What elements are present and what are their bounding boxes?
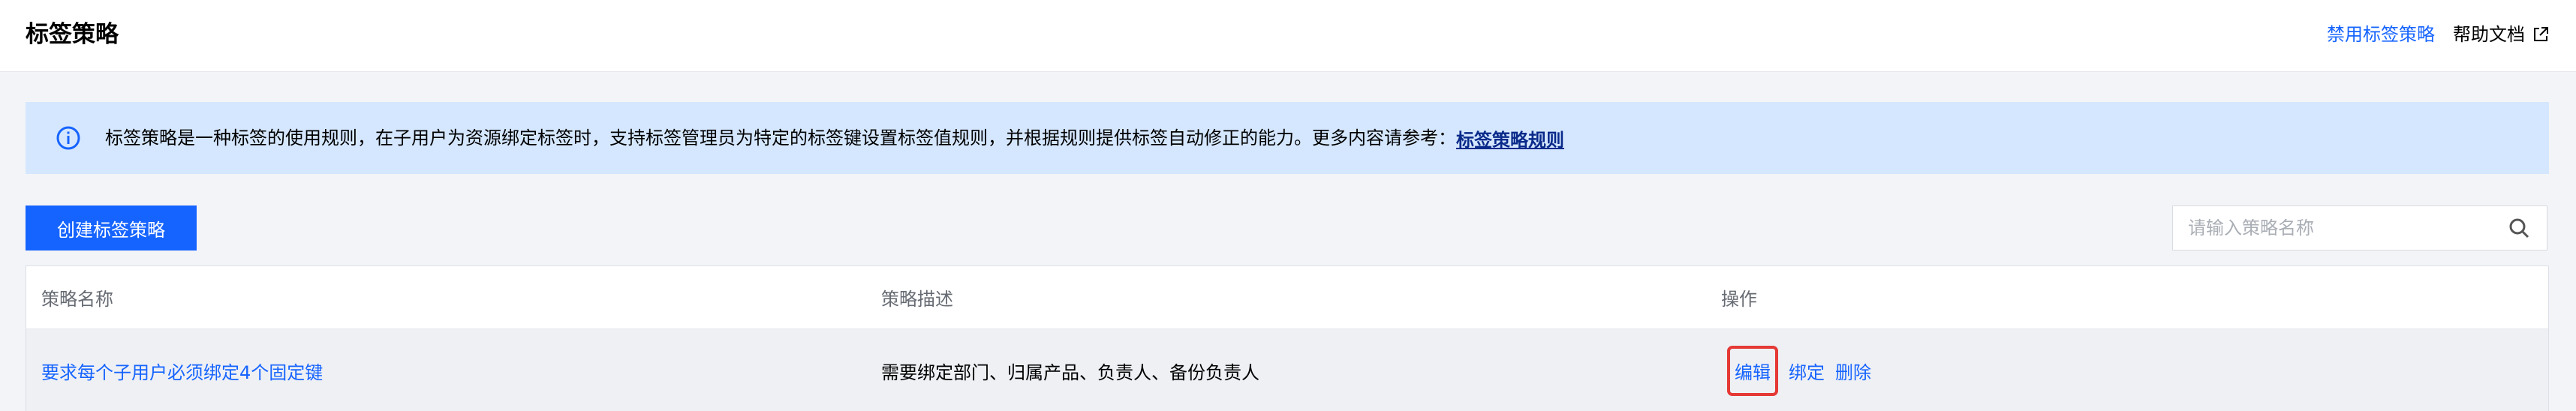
table-header: 策略名称 策略描述 操作 xyxy=(26,266,2548,329)
table-row: 要求每个子用户必须绑定4个固定键 需要绑定部门、归属产品、负责人、备份负责人 编… xyxy=(26,329,2548,411)
header-links: 禁用标签策略 帮助文档 xyxy=(2327,21,2549,48)
page-header: 标签策略 禁用标签策略 帮助文档 xyxy=(0,0,2576,72)
notice-text: 标签策略是一种标签的使用规则，在子用户为资源绑定标签时，支持标签管理员为特定的标… xyxy=(105,128,1456,148)
column-header-actions: 操作 xyxy=(1721,289,1757,310)
help-doc-link[interactable]: 帮助文档 xyxy=(2453,21,2549,48)
policy-description: 需要绑定部门、归属产品、负责人、备份负责人 xyxy=(881,362,1259,383)
delete-button[interactable]: 删除 xyxy=(1835,358,1871,384)
create-policy-button[interactable]: 创建标签策略 xyxy=(26,206,197,250)
edit-button[interactable]: 编辑 xyxy=(1727,345,1778,396)
policy-description-cell: 需要绑定部门、归属产品、负责人、备份负责人 xyxy=(881,329,1259,411)
info-notice: 标签策略是一种标签的使用规则，在子用户为资源绑定标签时，支持标签管理员为特定的标… xyxy=(26,102,2549,174)
page-title: 标签策略 xyxy=(26,21,119,48)
policy-name-cell: 要求每个子用户必须绑定4个固定键 xyxy=(41,329,323,411)
policy-table: 策略名称 策略描述 操作 要求每个子用户必须绑定4个固定键 需要绑定部门、归属产… xyxy=(26,266,2549,411)
column-header-description: 策略描述 xyxy=(881,289,953,310)
external-link-icon xyxy=(2534,27,2548,41)
help-doc-label: 帮助文档 xyxy=(2453,24,2525,45)
policy-rules-link[interactable]: 标签策略规则 xyxy=(1456,125,1564,152)
bind-button[interactable]: 绑定 xyxy=(1789,358,1825,384)
policy-name-link[interactable]: 要求每个子用户必须绑定4个固定键 xyxy=(41,358,323,384)
column-header-name: 策略名称 xyxy=(41,289,113,310)
disable-policy-link[interactable]: 禁用标签策略 xyxy=(2327,21,2435,48)
search-box xyxy=(2172,206,2547,250)
actions-cell: 编辑 绑定 删除 xyxy=(1727,329,1882,411)
search-icon[interactable] xyxy=(2508,217,2530,239)
info-icon xyxy=(56,126,80,150)
search-input[interactable] xyxy=(2173,206,2508,250)
